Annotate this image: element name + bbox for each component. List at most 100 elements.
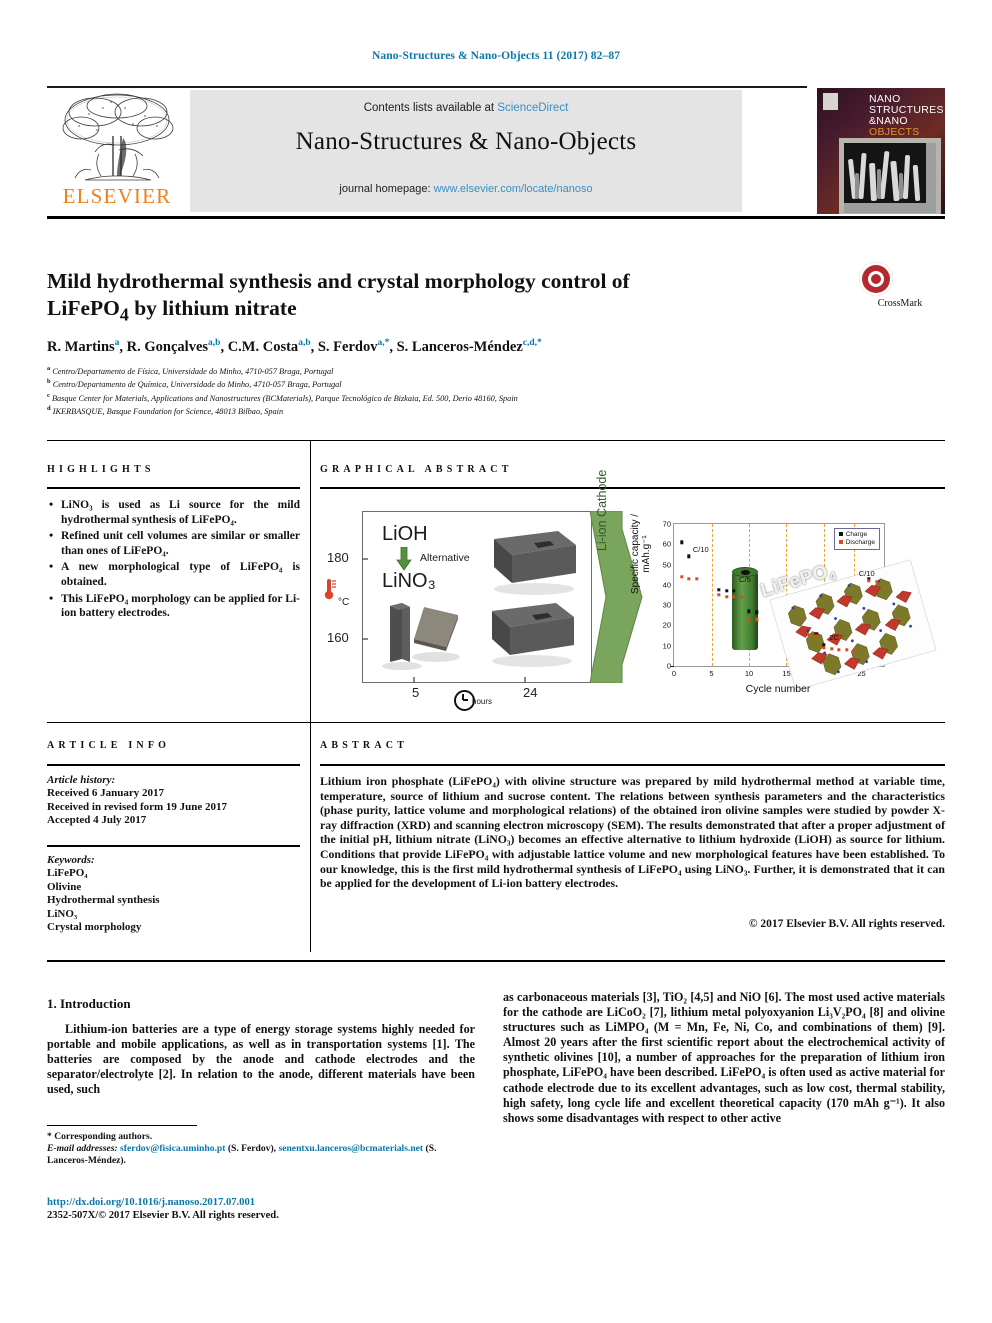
doi-block: http://dx.doi.org/10.1016/j.nanoso.2017.… [47,1196,475,1223]
homepage-lead: journal homepage: [339,183,434,195]
chart-point [739,595,744,599]
ga-time-unit: hours [472,697,493,706]
crystal-block-top [494,531,576,595]
rate-annotation: C/5 [739,575,751,585]
email-link-1[interactable]: sferdov@fisica.uminho.pt [120,1143,225,1154]
corresponding-authors-note: * Corresponding authors. [47,1131,153,1142]
list-item: This LiFePO₄ morphology can be applied f… [47,591,300,621]
chart-point [874,580,879,584]
abstract-copyright: © 2017 Elsevier B.V. All rights reserved… [748,918,945,930]
chart-point [747,617,751,622]
keyword-item: LiFePO₄ [47,867,88,880]
keyword-item: Hydrothermal synthesis [47,894,160,907]
running-head: Nano-Structures & Nano-Objects 11 (2017)… [371,50,621,62]
rate-annotation: C/10 [858,569,875,579]
highlights-heading: HIGHLIGHTS [47,464,155,475]
chart-point [754,617,759,622]
crossmark-icon [859,262,893,296]
affiliation-list: a Centro/Departamento de Física, Univers… [47,364,847,417]
chart-y-axis-label: Specific capacity / mAh.g⁻¹ [630,513,652,595]
article-history-label: Article history: [47,774,116,786]
list-item: LiNO₃ is used as Li source for the mild … [47,497,300,527]
author-list: R. Martinsa, R. Gonçalvesa,b, C.M. Costa… [47,338,542,355]
abstract-bottom-rule [47,960,945,962]
ga-performance-panel: Specific capacity / mAh.g⁻¹ 0 10 20 30 4… [625,503,943,707]
article-history: Article history: Received 6 January 2017… [47,774,300,828]
author-4: S. Lanceros-Méndezc,d,* [396,338,542,355]
cover-photo [839,138,941,214]
doi-link[interactable]: http://dx.doi.org/10.1016/j.nanoso.2017.… [47,1196,475,1209]
chart-ytick: 20 [662,620,671,630]
highlights-list: LiNO₃ is used as Li source for the mild … [47,497,300,623]
affiliation-d: d IKERBASQUE, Basque Foundation for Scie… [47,405,284,416]
legend-entry-discharge: Discharge [838,539,875,547]
section-divider-middle [47,722,945,723]
cycling-chart: 0 10 20 30 40 50 60 70 0 5 10 15 20 25 [663,520,937,691]
journal-title: Nano-Structures & Nano-Objects [295,128,637,155]
abstract-rule [320,764,945,766]
ga-xtick-24: 24 [523,685,538,700]
email-owner-1: (S. Ferdov), [227,1143,277,1155]
journal-homepage-link[interactable]: www.elsevier.com/locate/nanoso [434,183,593,195]
chart-point [822,646,826,650]
legend-swatch-discharge [838,540,843,545]
introduction-left-text: Lithium-ion batteries are a type of ener… [47,1022,475,1097]
graphical-abstract-figure: 180 160 °C LiOH Alternative LiNO₃ 5 24 h… [320,470,945,711]
chart-xtick: 10 [744,669,754,678]
chart-point [732,589,736,593]
chart-ytick: 30 [662,600,671,610]
cover-line-4: OBJECTS [869,126,920,138]
rate-annotation: C/10 [692,545,709,555]
author-1: R. Gonçalvesa,b [126,338,221,355]
affiliation-a: a Centro/Departamento de Física, Univers… [47,365,334,376]
introduction-right-column: as carbonaceous materials [3], TiO₂ [4,5… [503,990,945,1126]
chart-point [837,648,841,652]
chart-point [829,647,834,651]
author-0: R. Martinsa [47,338,120,355]
title-line-2-pre: LiFePO [47,296,120,320]
ga-ytick-180: 180 [327,550,349,565]
author-0-affil-mark: a [114,338,120,348]
ga-temperature-unit: °C [338,597,350,608]
contents-lead: Contents lists available at [363,102,498,114]
elsevier-tree-icon [62,93,174,181]
masthead-bottom-rule [47,216,945,219]
chart-point [844,648,849,652]
author-2-affil-mark: a,b [298,338,311,348]
sciencedirect-link[interactable]: ScienceDirect [497,102,568,114]
email-line: E-mail addresses: sferdov@fisica.uminho.… [47,1143,475,1167]
chart-point [687,577,691,581]
introduction-left-column: Lithium-ion batteries are a type of ener… [47,1022,475,1097]
author-4-affil-mark: c,d,* [522,338,542,348]
legend-entry-charge: Charge [838,531,875,539]
keyword-item: Crystal morphology [47,921,142,934]
chart-point [717,593,721,597]
cover-nanorods-image [844,143,926,203]
introduction-right-text: as carbonaceous materials [3], TiO₂ [4,5… [503,990,945,1125]
cover-elsevier-mark-icon [823,93,838,110]
ga-xtick-5: 5 [412,685,420,700]
email-link-2[interactable]: senentxu.lanceros@bcmaterials.net [278,1143,423,1154]
graphical-abstract-rule [320,487,945,489]
elsevier-logo: ELSEVIER [47,90,187,212]
chart-xtick: 5 [709,669,714,678]
highlights-rule [47,487,300,489]
chart-ytick: 40 [662,580,671,590]
article-info-rule-2 [47,845,300,847]
crystal-block-bottom [492,603,574,667]
chart-point [754,610,759,614]
title-line-1: Mild hydrothermal synthesis and crystal … [47,269,630,293]
article-info-heading: ARTICLE INFO [47,740,171,751]
chart-point [694,577,699,581]
chart-point [724,595,729,599]
page-title: Mild hydrothermal synthesis and crystal … [47,268,747,328]
crossmark-badge[interactable]: CrossMark [855,262,945,312]
footnote-rule [47,1125,197,1126]
ga-crystal-illustrations [362,531,576,683]
chart-ytick: 10 [662,641,671,651]
history-item: Received 6 January 2017 [47,787,165,800]
chart-ytick: 0 [666,661,671,671]
abstract-text: Lithium iron phosphate (LiFePO₄) with ol… [320,774,945,891]
introduction-heading: 1. Introduction [47,996,131,1011]
chart-ytick: 50 [662,560,671,570]
